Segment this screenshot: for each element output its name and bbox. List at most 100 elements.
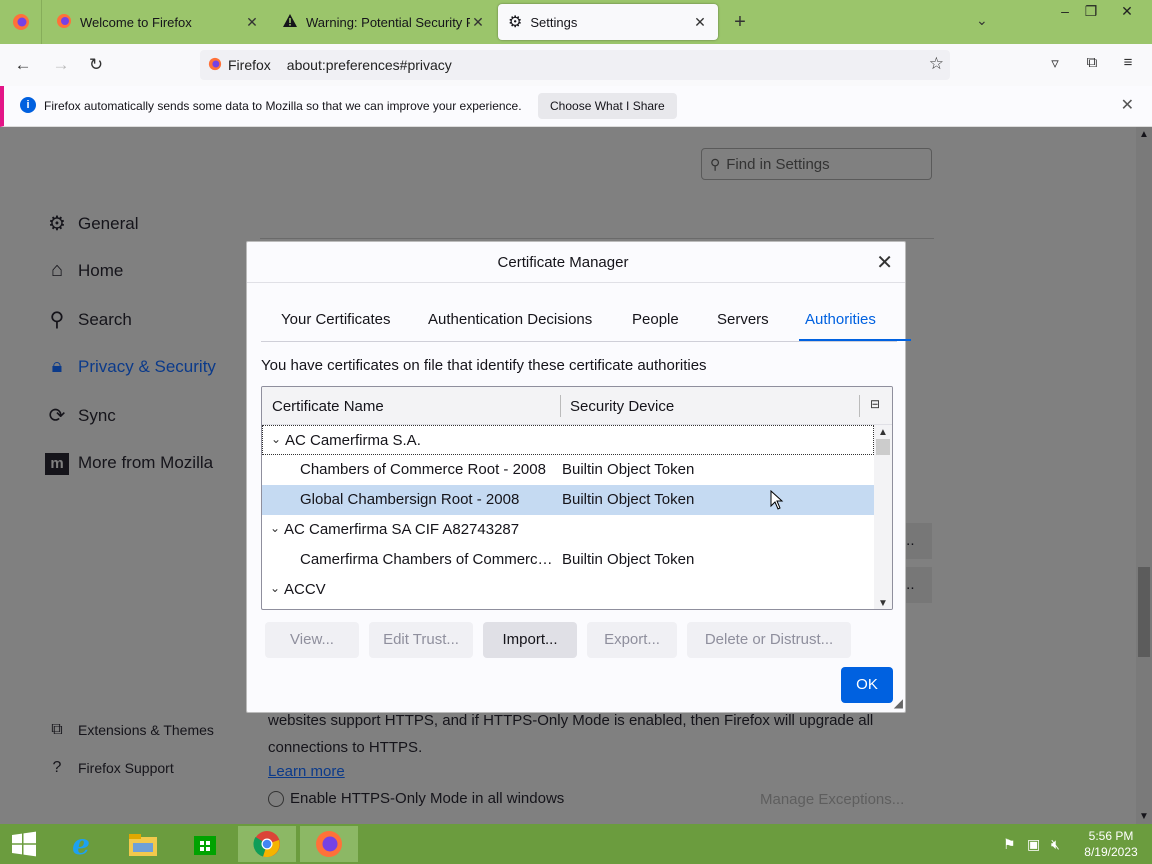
internet-explorer-icon[interactable]: e	[52, 826, 110, 862]
tree-row-group[interactable]: ⌄ AC Camerfirma S.A.	[262, 425, 874, 455]
tree-row[interactable]: Camerfirma Chambers of Commerce ... Buil…	[262, 545, 874, 575]
category-more-from-mozilla[interactable]: m More from Mozilla	[44, 451, 213, 475]
start-button[interactable]	[0, 826, 48, 862]
forward-button[interactable]: →	[48, 53, 74, 77]
tab-settings[interactable]: ⚙ Settings ✕	[498, 4, 718, 40]
ok-button[interactable]: OK	[841, 667, 893, 703]
manage-exceptions-button[interactable]: Manage Exceptions...	[760, 791, 904, 808]
edit-trust-button[interactable]: Edit Trust...	[369, 622, 473, 658]
close-window-button[interactable]: ✕	[1110, 2, 1144, 22]
flag-icon[interactable]: ⚑	[1003, 836, 1016, 853]
security-device: Builtin Object Token	[562, 551, 695, 568]
back-button[interactable]: ←	[10, 53, 36, 77]
view-button[interactable]: View...	[265, 622, 359, 658]
category-home[interactable]: ⌂ Home	[44, 259, 123, 282]
taskbar-clock[interactable]: 5:56 PM 8/19/2023	[1078, 828, 1144, 860]
volume-muted-icon[interactable]: 🔇︎	[1051, 836, 1060, 853]
choose-what-i-share-button[interactable]: Choose What I Share	[538, 93, 677, 119]
url-text[interactable]: about:preferences#privacy	[287, 57, 452, 73]
list-all-tabs-icon[interactable]: ⌄	[976, 12, 988, 29]
tab-warning[interactable]: Warning: Potential Security Risk ✕	[272, 4, 496, 40]
learn-more-link[interactable]: Learn more	[268, 763, 345, 780]
category-search[interactable]: ⚲ Search	[44, 307, 132, 332]
file-explorer-icon[interactable]	[114, 826, 172, 862]
nav-bar: ← → ↻ Firefox about:preferences#privacy …	[0, 44, 1152, 86]
extensions-icon[interactable]: ⧉	[1081, 54, 1103, 76]
security-device: Builtin Object Token	[562, 461, 695, 478]
category-general[interactable]: ⚙ General	[44, 211, 138, 236]
scroll-up-icon[interactable]: ▲	[878, 427, 888, 438]
tree-row[interactable]: Chambers of Commerce Root - 2008 Builtin…	[262, 455, 874, 485]
gear-icon: ⚙	[508, 14, 523, 31]
tab-your-certificates[interactable]: Your Certificates	[281, 311, 391, 328]
category-label: Sync	[78, 405, 116, 425]
restore-button[interactable]: ❐	[1074, 2, 1108, 22]
chevron-down-icon[interactable]: ⌄	[271, 432, 281, 446]
resize-grip-icon[interactable]: ◢	[894, 696, 903, 710]
new-tab-button[interactable]: +	[728, 10, 752, 34]
chevron-down-icon[interactable]: ⌄	[270, 521, 280, 535]
tree-row-group[interactable]: ⌄ AC Camerfirma SA CIF A82743287	[262, 515, 874, 545]
delete-or-distrust-button[interactable]: Delete or Distrust...	[687, 622, 851, 658]
tab-authentication-decisions[interactable]: Authentication Decisions	[428, 311, 592, 328]
firefox-taskbar-icon[interactable]	[300, 826, 358, 862]
close-tab-icon[interactable]: ✕	[470, 14, 486, 31]
menu-icon[interactable]: ≡	[1117, 54, 1139, 76]
https-description-line: connections to HTTPS.	[268, 739, 423, 756]
info-icon: i	[20, 97, 36, 113]
category-sync[interactable]: ⟳ Sync	[44, 403, 116, 428]
url-bar[interactable]: Firefox about:preferences#privacy ☆	[200, 50, 950, 80]
tree-header: Certificate Name Security Device ⊟	[262, 387, 892, 425]
column-picker-icon[interactable]: ⊟	[870, 397, 880, 411]
https-description-line: websites support HTTPS, and if HTTPS-Onl…	[268, 712, 874, 729]
tab-welcome[interactable]: Welcome to Firefox ✕	[46, 4, 270, 40]
bookmark-star-icon[interactable]: ☆	[929, 54, 944, 74]
search-icon: ⚲	[49, 309, 65, 331]
certificate-tree[interactable]: Certificate Name Security Device ⊟ ⌄ AC …	[261, 386, 893, 610]
firefox-support-link[interactable]: ? Firefox Support	[44, 759, 174, 777]
firefox-menu-icon[interactable]	[0, 0, 42, 44]
column-separator[interactable]	[859, 395, 860, 417]
reload-button[interactable]: ↻	[83, 53, 109, 77]
scroll-up-icon[interactable]: ▲	[1139, 129, 1149, 140]
tree-scroll-thumb[interactable]	[876, 439, 890, 455]
certificate-tabs: Your Certificates Authentication Decisio…	[261, 298, 911, 342]
radio-button[interactable]	[268, 790, 284, 807]
column-security-device[interactable]: Security Device	[570, 398, 674, 415]
column-separator[interactable]	[560, 395, 561, 417]
search-icon: ⚲	[710, 155, 721, 172]
close-tab-icon[interactable]: ✕	[692, 14, 708, 31]
column-certificate-name[interactable]: Certificate Name	[272, 398, 384, 415]
divider	[260, 238, 934, 239]
import-button[interactable]: Import...	[483, 622, 577, 658]
tab-people[interactable]: People	[632, 311, 679, 328]
export-button[interactable]: Export...	[587, 622, 677, 658]
https-only-all-windows-radio[interactable]: Enable HTTPS-Only Mode in all windows	[268, 790, 564, 807]
scroll-down-icon[interactable]: ▼	[878, 598, 888, 609]
chrome-icon[interactable]	[238, 826, 296, 862]
tab-authorities[interactable]: Authorities	[805, 311, 876, 328]
page-scrollbar[interactable]: ▲ ▼	[1136, 127, 1152, 824]
extensions-themes-link[interactable]: ⧉ Extensions & Themes	[44, 721, 214, 739]
close-dialog-icon[interactable]: ✕	[876, 250, 893, 275]
certificate-name: Chambers of Commerce Root - 2008	[300, 461, 546, 478]
mouse-pointer-icon	[770, 489, 784, 515]
certificate-manager-dialog: Certificate Manager ✕ Your Certificates …	[246, 241, 911, 713]
page-scroll-thumb[interactable]	[1138, 567, 1150, 657]
tree-scrollbar[interactable]: ▲ ▼	[874, 425, 892, 609]
identity-box[interactable]: Firefox	[200, 54, 279, 76]
scroll-down-icon[interactable]: ▼	[1139, 811, 1149, 822]
pocket-icon[interactable]: ▿	[1044, 54, 1066, 76]
tab-servers[interactable]: Servers	[717, 311, 769, 328]
find-in-settings-input[interactable]: ⚲ Find in Settings	[701, 148, 932, 180]
tree-row-group[interactable]: ⌄ ACCV	[262, 575, 874, 605]
category-privacy-security[interactable]: 🔒︎ Privacy & Security	[44, 355, 216, 378]
close-notification-icon[interactable]: ✕	[1121, 95, 1134, 115]
network-icon[interactable]: ▣	[1027, 836, 1040, 853]
close-tab-icon[interactable]: ✕	[244, 14, 260, 31]
store-icon[interactable]	[176, 826, 234, 862]
chevron-down-icon[interactable]: ⌄	[270, 581, 280, 595]
authorities-description: You have certificates on file that ident…	[261, 357, 707, 374]
category-label: Home	[78, 260, 124, 280]
identity-label: Firefox	[228, 57, 271, 73]
